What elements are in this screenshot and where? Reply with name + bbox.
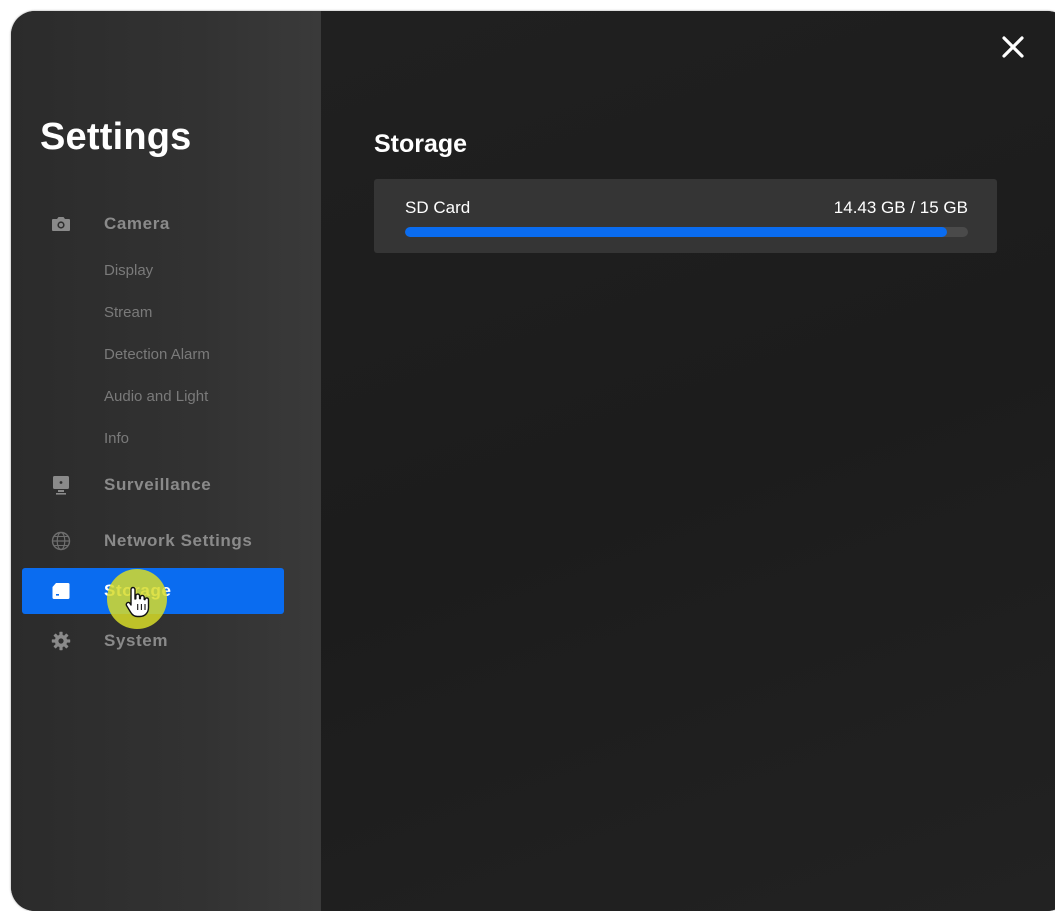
- storage-progress-bar: [405, 227, 968, 237]
- sidebar-item-label: Surveillance: [104, 475, 212, 494]
- sidebar-item-label: Network Settings: [104, 531, 253, 550]
- close-icon: [1002, 36, 1024, 58]
- sidebar-item-system[interactable]: System: [22, 618, 284, 664]
- sidebar-item-label: Camera: [104, 214, 170, 233]
- globe-icon: [50, 530, 72, 552]
- sidebar-subitem-stream[interactable]: Stream: [104, 304, 152, 321]
- sidebar-subitem-detection-alarm[interactable]: Detection Alarm: [104, 346, 210, 363]
- sidebar-item-storage[interactable]: Storage: [22, 568, 284, 614]
- sidebar-item-label: Storage: [104, 581, 172, 600]
- storage-progress-fill: [405, 227, 947, 237]
- monitor-icon: [50, 474, 72, 496]
- sidebar-item-network-settings[interactable]: Network Settings: [22, 518, 284, 564]
- storage-device-name: SD Card: [405, 198, 471, 217]
- close-button[interactable]: [1000, 34, 1026, 60]
- sd-card-icon: [50, 580, 72, 602]
- gear-icon: [50, 630, 72, 652]
- sidebar-subitem-info[interactable]: Info: [104, 430, 129, 447]
- sidebar-subitem-display[interactable]: Display: [104, 262, 153, 279]
- sidebar-item-camera[interactable]: Camera: [22, 201, 284, 247]
- storage-card-sd: SD Card 14.43 GB / 15 GB: [374, 179, 997, 253]
- sidebar-item-label: System: [104, 631, 169, 650]
- sidebar-subitem-audio-and-light[interactable]: Audio and Light: [104, 388, 208, 405]
- storage-usage-text: 14.43 GB / 15 GB: [833, 198, 968, 217]
- settings-title: Settings: [40, 116, 192, 158]
- section-title: Storage: [374, 130, 468, 158]
- sidebar-item-surveillance[interactable]: Surveillance: [22, 462, 284, 508]
- camera-icon: [50, 213, 72, 235]
